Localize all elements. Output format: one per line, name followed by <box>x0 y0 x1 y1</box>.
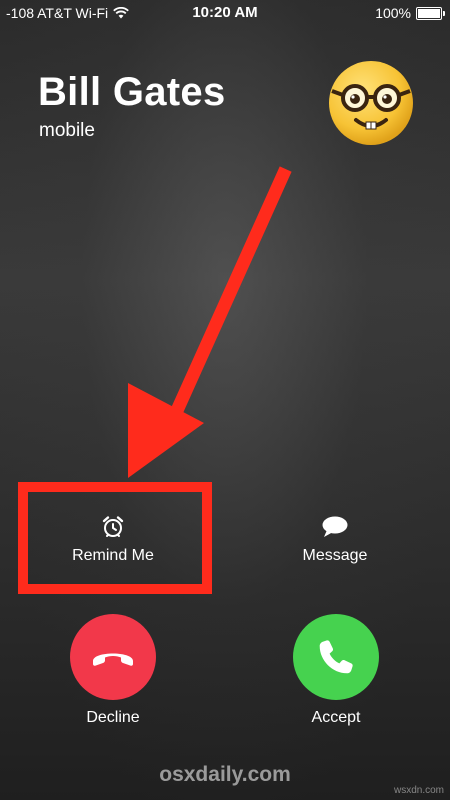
status-bar: -108 AT&T Wi-Fi 10:20 AM 100% <box>0 0 450 26</box>
caller-phone-label: mobile <box>39 120 95 141</box>
message-label: Message <box>302 547 368 564</box>
wifi-icon <box>113 7 130 19</box>
remind-me-label: Remind Me <box>72 547 154 564</box>
caller-name: Bill Gates <box>38 70 226 114</box>
accept-label: Accept <box>311 709 361 726</box>
speech-bubble-icon <box>322 516 348 537</box>
status-right: 100% <box>375 5 445 21</box>
battery-icon <box>416 6 445 20</box>
battery-percent: 100% <box>375 5 411 21</box>
remind-me-button[interactable]: Remind Me <box>48 515 178 565</box>
hang-up-phone-icon <box>93 653 133 666</box>
status-left: -108 AT&T Wi-Fi <box>6 5 130 21</box>
phone-icon <box>319 640 353 674</box>
accept-button[interactable] <box>293 614 379 700</box>
corner-watermark: wsxdn.com <box>393 785 444 796</box>
annotation-arrow-shaft <box>166 166 292 424</box>
annotation-arrow-head <box>128 383 204 478</box>
carrier-signal: -108 AT&T Wi-Fi <box>6 5 109 21</box>
alarm-clock-icon <box>102 516 124 537</box>
watermark: osxdaily.com <box>159 763 291 786</box>
decline-button[interactable] <box>70 614 156 700</box>
decline-label: Decline <box>86 709 140 726</box>
message-button[interactable]: Message <box>270 515 400 565</box>
nerd-face-emoji-icon <box>329 61 413 145</box>
